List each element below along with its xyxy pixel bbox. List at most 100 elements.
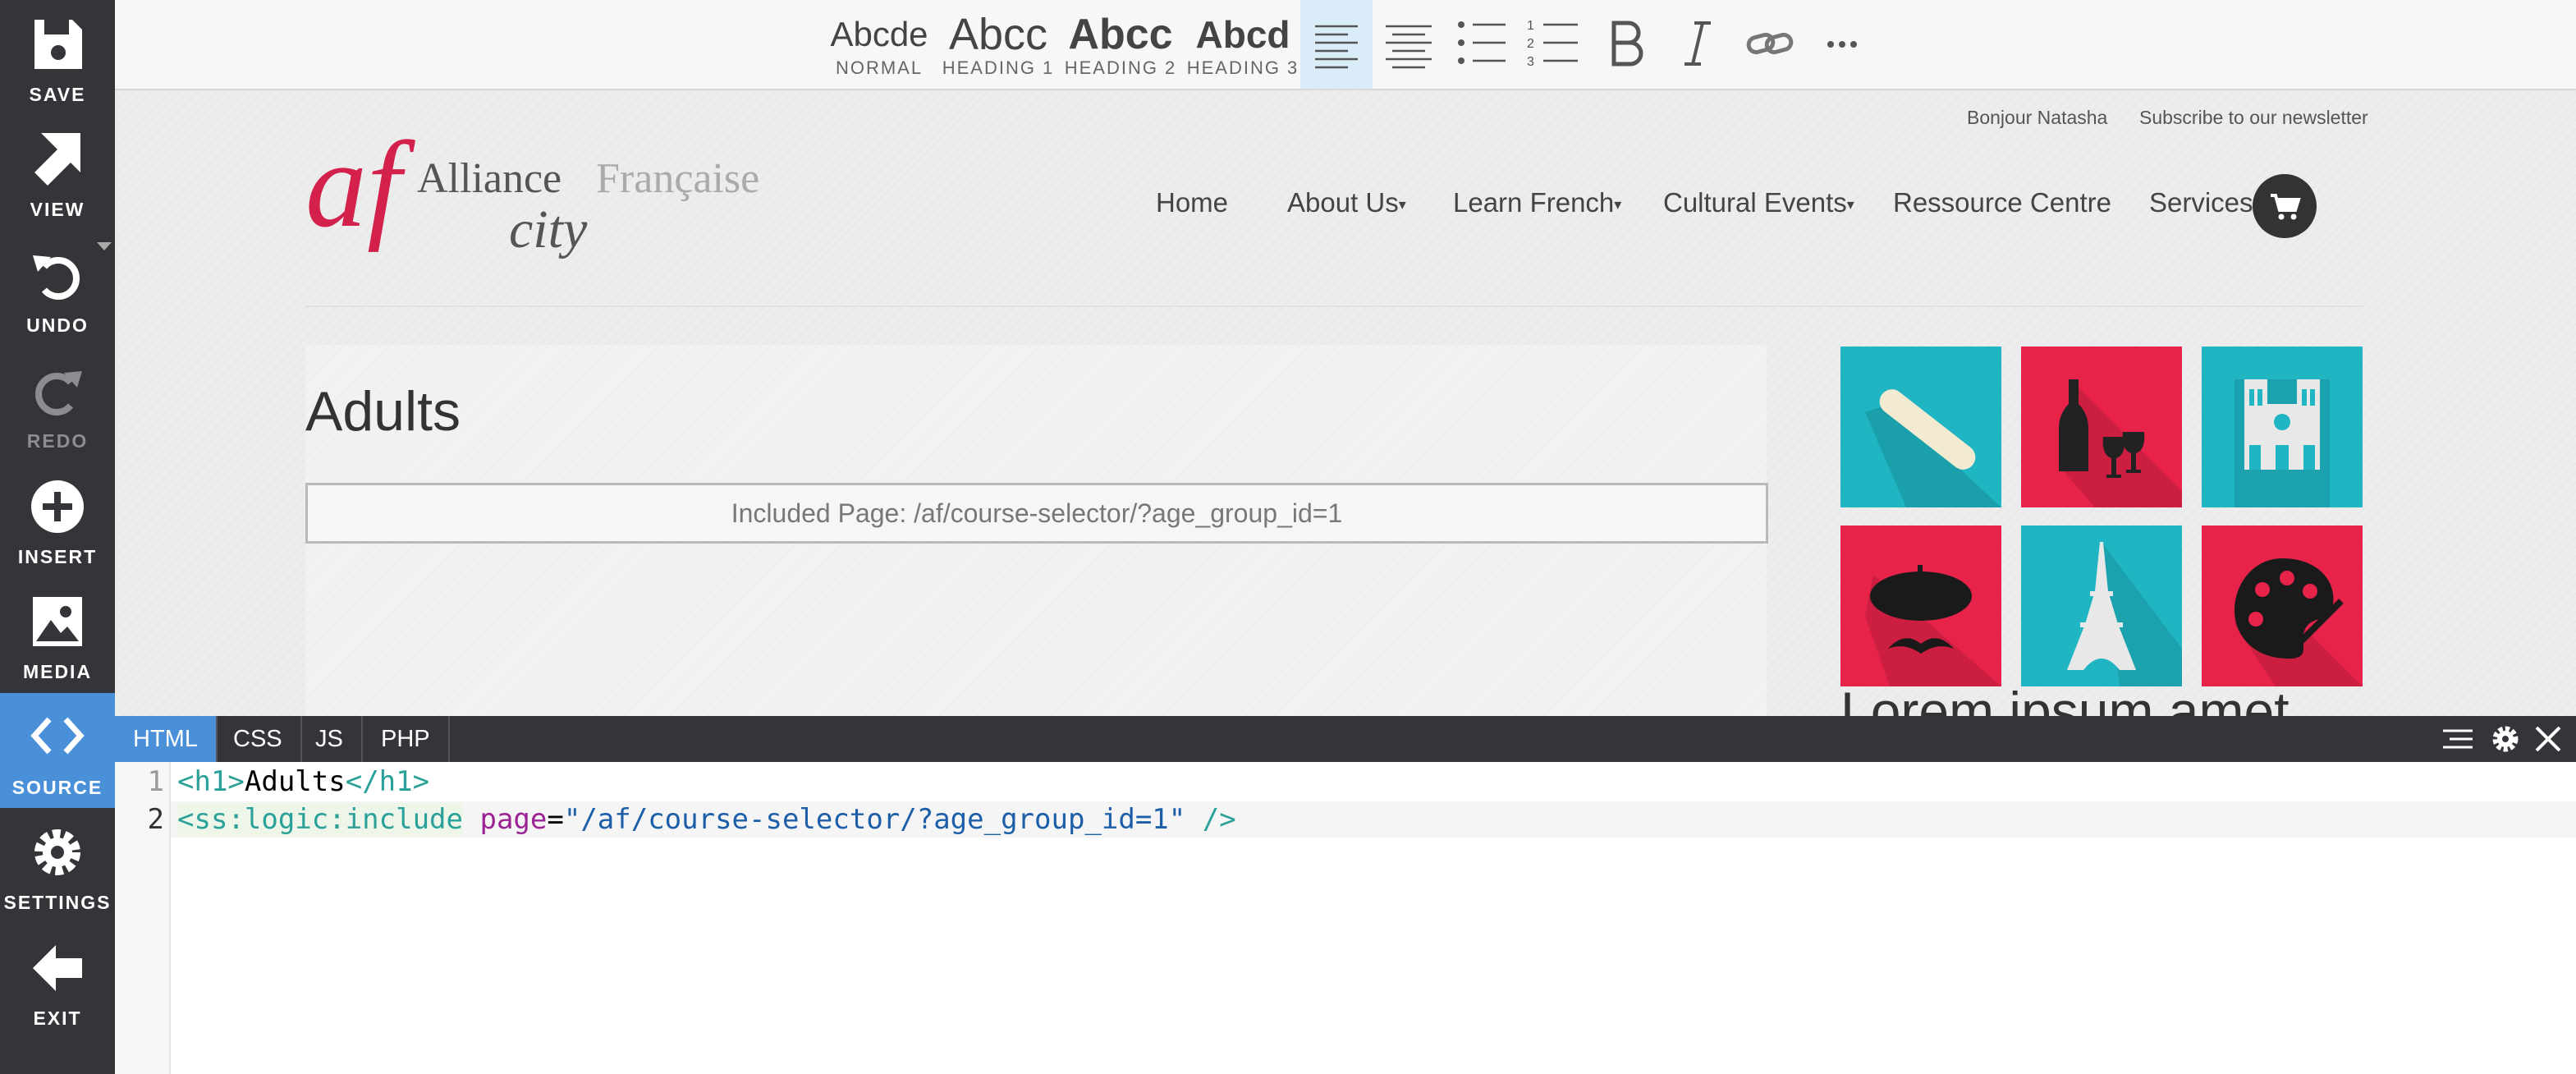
tile-wine[interactable] (2021, 347, 2182, 507)
gear-icon (34, 829, 80, 875)
code-text: Adults (244, 765, 346, 798)
arrow-left-icon (33, 945, 82, 991)
align-left-icon (1315, 25, 1358, 69)
code-icon (30, 717, 85, 755)
redo-icon (35, 371, 82, 415)
format-heading2-sample: Abcc (1068, 11, 1173, 57)
media-label: MEDIA (22, 661, 93, 682)
gear-icon[interactable] (2489, 723, 2522, 755)
format-heading3-sample: Abcd (1195, 13, 1290, 56)
nav-ressource-centre-label: Ressource Centre (1893, 187, 2111, 218)
close-icon[interactable] (2533, 724, 2563, 754)
media-button[interactable]: MEDIA (0, 577, 115, 692)
format-heading3-label: HEADING 3 (1186, 57, 1299, 78)
exit-button[interactable]: EXIT (0, 924, 115, 1039)
tile-beret-moustache[interactable] (1840, 526, 2001, 686)
logo-city: city (509, 200, 588, 259)
view-button[interactable]: VIEW (0, 115, 115, 230)
caret-down-icon: ▾ (1846, 195, 1854, 213)
align-center-button[interactable] (1373, 0, 1445, 89)
settings-button[interactable]: SETTINGS (0, 808, 115, 923)
code-eq: = (547, 803, 564, 836)
numbered-list-button[interactable]: 1 2 3 (1517, 0, 1589, 89)
tab-css[interactable]: CSS (215, 716, 302, 762)
included-page-placeholder[interactable]: Included Page: /af/course-selector/?age_… (305, 483, 1768, 544)
nav-home[interactable]: Home (1156, 187, 1228, 218)
nav-cultural-events-label: Cultural Events (1663, 187, 1847, 218)
format-heading1-sample: Abcc (948, 11, 1048, 57)
line-number: 2 (147, 803, 164, 836)
redo-label: REDO (26, 430, 89, 452)
format-normal-button[interactable]: Abcde NORMAL (821, 11, 937, 82)
cart-button[interactable] (2253, 174, 2317, 238)
editor-sidebar: SAVE VIEW UNDO REDO INSERT MEDIA SOURCE … (0, 0, 115, 1074)
plus-circle-icon (31, 480, 84, 533)
tile-eiffel-tower[interactable] (2021, 526, 2182, 686)
format-heading1-button[interactable]: Abcc HEADING 1 (937, 11, 1059, 82)
save-button[interactable]: SAVE (0, 0, 115, 115)
nav-cultural-events[interactable]: Cultural Events▾ (1663, 187, 1854, 218)
notre-dame-icon (2235, 379, 2330, 507)
site-logo[interactable]: af Alliance Française city (305, 123, 847, 279)
undo-button[interactable]: UNDO (0, 231, 115, 346)
chevron-down-icon[interactable] (97, 242, 112, 252)
nav-learn-french[interactable]: Learn French▾ (1453, 187, 1621, 218)
code-tag: <h1> (177, 765, 245, 798)
more-button[interactable] (1806, 0, 1878, 89)
page-heading[interactable]: Adults (305, 379, 461, 443)
nav-ressource-centre[interactable]: Ressource Centre (1893, 187, 2111, 218)
caret-down-icon: ▾ (1398, 195, 1406, 213)
source-label: SOURCE (11, 777, 103, 798)
menu-icon[interactable] (2441, 726, 2474, 752)
nav-learn-french-label: Learn French (1453, 187, 1615, 218)
italic-button[interactable] (1662, 0, 1734, 89)
save-label: SAVE (29, 84, 86, 105)
settings-label: SETTINGS (3, 892, 112, 913)
align-left-button[interactable] (1300, 0, 1373, 89)
caret-down-icon: ▾ (1614, 195, 1622, 213)
format-normal-label: NORMAL (835, 57, 924, 78)
insert-button[interactable]: INSERT (0, 462, 115, 577)
bullet-list-button[interactable] (1445, 0, 1517, 89)
format-heading2-button[interactable]: Abcc HEADING 2 (1059, 11, 1182, 82)
logo-mark: af (305, 117, 401, 253)
source-tabs-bar: HTML CSS JS PHP (115, 716, 2576, 762)
redo-button[interactable]: REDO (0, 347, 115, 461)
svg-text:2: 2 (1527, 37, 1534, 51)
nav-services[interactable]: Services (2149, 187, 2253, 218)
code-attr: page (479, 803, 548, 836)
undo-label: UNDO (26, 314, 89, 336)
code-tag: </h1> (345, 765, 430, 798)
code-line[interactable]: <h1>Adults</h1> (177, 765, 429, 798)
code-line[interactable]: <ss:logic:include page="/af/course-selec… (177, 803, 1236, 836)
tab-php[interactable]: PHP (363, 716, 450, 762)
exit-label: EXIT (33, 1007, 82, 1029)
tile-notre-dame[interactable] (2202, 347, 2363, 507)
bold-button[interactable] (1589, 0, 1662, 89)
tile-palette[interactable] (2202, 526, 2363, 686)
sidebar-heading: Lorem ipsum amet (1840, 681, 2290, 716)
tab-html[interactable]: HTML (115, 716, 218, 762)
align-center-icon (1386, 25, 1432, 69)
svg-text:1: 1 (1527, 19, 1534, 33)
bullet-list-icon (1458, 21, 1506, 64)
wine-icon (2059, 379, 2182, 507)
nav-about-us[interactable]: About Us▾ (1287, 187, 1406, 218)
source-button[interactable]: SOURCE (0, 693, 115, 808)
line-number: 1 (147, 765, 164, 798)
newsletter-link[interactable]: Subscribe to our newsletter (2139, 107, 2368, 129)
format-heading3-button[interactable]: Abcd HEADING 3 (1182, 11, 1304, 82)
more-icon (1827, 41, 1857, 48)
logo-francaise: Française (596, 155, 760, 202)
tile-baguette[interactable] (1840, 347, 2001, 507)
tab-js[interactable]: JS (297, 716, 363, 762)
link-button[interactable] (1734, 0, 1806, 89)
insert-label: INSERT (17, 546, 98, 567)
view-label: VIEW (30, 199, 85, 220)
code-editor[interactable]: 1 2 <h1>Adults</h1> <ss:logic:include pa… (115, 762, 2576, 1074)
format-toolbar: Abcde NORMAL Abcc HEADING 1 Abcc HEADING… (115, 0, 2576, 90)
greeting-link[interactable]: Bonjour Natasha (1967, 107, 2107, 129)
format-heading1-label: HEADING 1 (942, 57, 1055, 78)
undo-icon (33, 255, 80, 300)
numbered-list-icon: 1 2 3 (1527, 19, 1578, 69)
